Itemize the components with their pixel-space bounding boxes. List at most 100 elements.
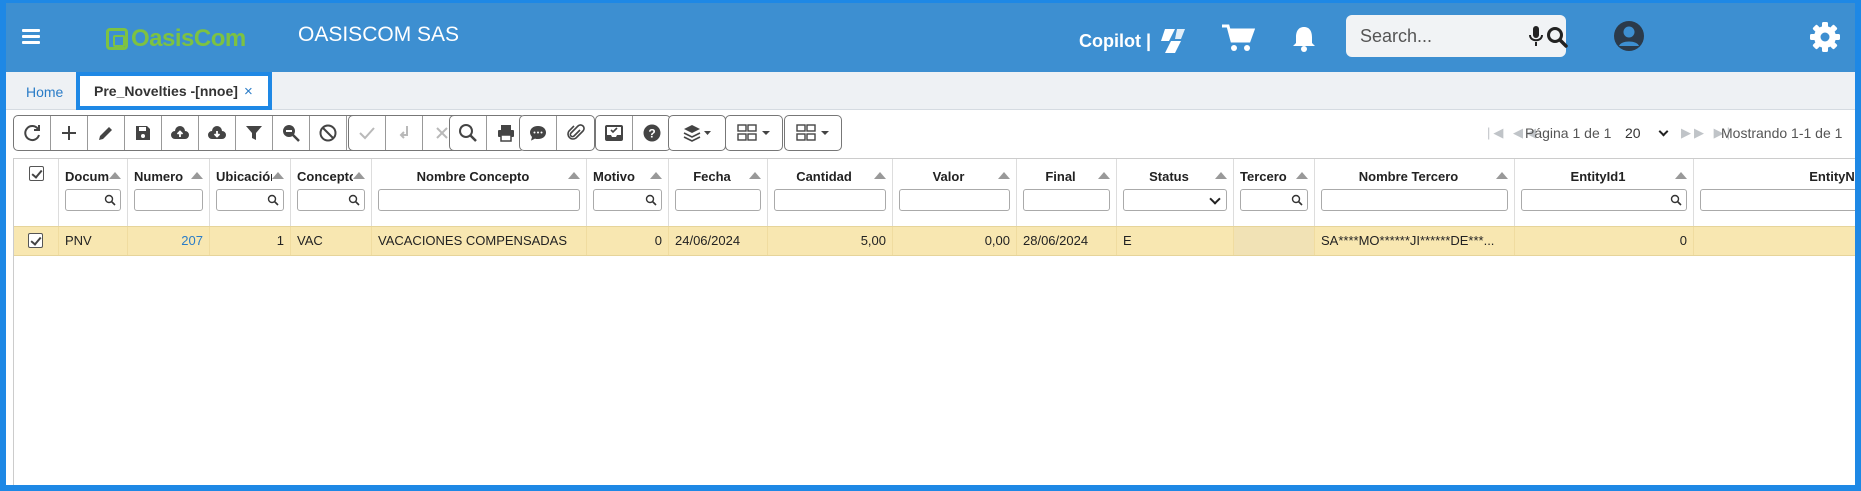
- copilot-button[interactable]: Copilot |: [1079, 27, 1189, 55]
- filter-status-select[interactable]: [1123, 189, 1227, 211]
- cell-numero-link[interactable]: 207: [128, 227, 210, 255]
- col-entityname[interactable]: EntityNa: [1694, 159, 1861, 226]
- cart-icon[interactable]: [1221, 23, 1255, 53]
- tab-home[interactable]: Home: [26, 84, 63, 100]
- col-header-label: Motivo: [593, 169, 635, 184]
- top-bar: OasisCom OASISCOM SAS Copilot |: [6, 3, 1855, 72]
- refresh-icon: [24, 125, 40, 142]
- col-header-label: EntityNa: [1809, 169, 1861, 184]
- col-concepto[interactable]: Concepto: [291, 159, 372, 226]
- attach-button[interactable]: [557, 116, 594, 150]
- filter-motivo[interactable]: [593, 189, 662, 211]
- col-documento[interactable]: Documento: [59, 159, 128, 226]
- table-row[interactable]: PNV 207 1 VAC VACACIONES COMPENSADAS 0 2…: [14, 226, 1855, 256]
- sort-up-icon[interactable]: [1675, 172, 1687, 179]
- filter-concepto[interactable]: [297, 189, 365, 211]
- tab-pre-novelties[interactable]: Pre_Novelties -[nnoe] ×: [76, 72, 272, 110]
- find-button[interactable]: [450, 116, 487, 150]
- filter-valor[interactable]: [899, 189, 1010, 211]
- sort-up-icon[interactable]: [568, 172, 580, 179]
- col-ubicacion[interactable]: Ubicación: [210, 159, 291, 226]
- add-button[interactable]: [51, 116, 88, 150]
- filter-nombre-concepto[interactable]: [378, 189, 580, 211]
- col-cantidad[interactable]: Cantidad: [768, 159, 893, 226]
- cell-ubicacion: 1: [210, 227, 291, 255]
- col-nombre-tercero[interactable]: Nombre Tercero: [1315, 159, 1515, 226]
- filter-icon: [246, 126, 262, 140]
- company-name: OASISCOM SAS: [298, 23, 460, 46]
- layout-dropdown-button-2[interactable]: [785, 116, 841, 150]
- cell-final: 28/06/2024: [1017, 227, 1117, 255]
- filter-ubicacion[interactable]: [216, 189, 284, 211]
- edit-button[interactable]: [88, 116, 125, 150]
- sort-up-icon[interactable]: [874, 172, 886, 179]
- layout-dropdown-button-1[interactable]: [726, 116, 782, 150]
- inbox-button[interactable]: [596, 116, 633, 150]
- col-numero[interactable]: Numero: [128, 159, 210, 226]
- sort-up-icon[interactable]: [1496, 172, 1508, 179]
- filter-cantidad[interactable]: [774, 189, 886, 211]
- sort-up-icon[interactable]: [353, 172, 365, 179]
- filter-nombre-tercero[interactable]: [1321, 189, 1508, 211]
- tab-close-icon[interactable]: ×: [244, 83, 253, 100]
- sort-up-icon[interactable]: [191, 172, 203, 179]
- settings-gear-icon[interactable]: [1809, 21, 1841, 53]
- save-button[interactable]: [125, 116, 162, 150]
- sort-up-icon[interactable]: [650, 172, 662, 179]
- row-checkbox[interactable]: [28, 233, 43, 248]
- filter-fecha[interactable]: [675, 189, 761, 211]
- sort-up-icon[interactable]: [998, 172, 1010, 179]
- refresh-button[interactable]: [14, 116, 51, 150]
- col-entityid1[interactable]: EntityId1: [1515, 159, 1694, 226]
- page-size-select[interactable]: 20: [1625, 125, 1669, 141]
- floppy-icon: [136, 126, 150, 140]
- pager-page-text: Página 1 de 1: [1525, 125, 1612, 141]
- search-input[interactable]: [1360, 24, 1510, 48]
- comment-icon: [530, 126, 546, 141]
- user-avatar-icon[interactable]: [1613, 20, 1645, 52]
- filter-entityid1[interactable]: [1521, 189, 1687, 211]
- help-button[interactable]: ?: [633, 116, 670, 150]
- confirm-button[interactable]: [349, 116, 386, 150]
- col-valor[interactable]: Valor: [893, 159, 1017, 226]
- col-header-label: Status: [1149, 169, 1189, 184]
- filter-tercero[interactable]: [1240, 189, 1308, 211]
- undo-button[interactable]: [386, 116, 423, 150]
- cell-concepto: VAC: [291, 227, 372, 255]
- cell-entityid1: 0: [1515, 227, 1694, 255]
- microphone-icon[interactable]: [1529, 25, 1543, 47]
- bell-icon[interactable]: [1291, 25, 1317, 53]
- filter-numero[interactable]: [134, 189, 203, 211]
- col-status[interactable]: Status: [1117, 159, 1234, 226]
- download-button[interactable]: [199, 116, 236, 150]
- col-motivo[interactable]: Motivo: [587, 159, 669, 226]
- logo[interactable]: OasisCom: [106, 25, 246, 53]
- upload-button[interactable]: [162, 116, 199, 150]
- inbox-help-group: ?: [595, 115, 671, 151]
- magnifier-icon: [459, 124, 477, 142]
- cancel-button[interactable]: [310, 116, 347, 150]
- logo-mark-icon: [106, 28, 128, 50]
- zoom-out-button[interactable]: [273, 116, 310, 150]
- filter-button[interactable]: [236, 116, 273, 150]
- filter-entityname[interactable]: [1700, 189, 1855, 211]
- sort-up-icon[interactable]: [1098, 172, 1110, 179]
- sort-up-icon[interactable]: [1296, 172, 1308, 179]
- select-all-checkbox[interactable]: [29, 166, 44, 181]
- search-icon[interactable]: [1546, 26, 1568, 48]
- filter-documento[interactable]: [65, 189, 121, 211]
- sort-up-icon[interactable]: [272, 172, 284, 179]
- layers-dropdown-button[interactable]: [669, 116, 725, 150]
- col-nombre-concepto[interactable]: Nombre Concepto: [372, 159, 587, 226]
- menu-icon[interactable]: [22, 29, 40, 44]
- col-tercero[interactable]: Tercero: [1234, 159, 1315, 226]
- filter-final[interactable]: [1023, 189, 1110, 211]
- cell-documento: PNV: [59, 227, 128, 255]
- sort-up-icon[interactable]: [109, 172, 121, 179]
- comments-button[interactable]: [520, 116, 557, 150]
- col-final[interactable]: Final: [1017, 159, 1117, 226]
- horizontal-scrollbar[interactable]: [42, 485, 1057, 491]
- sort-up-icon[interactable]: [1215, 172, 1227, 179]
- col-fecha[interactable]: Fecha: [669, 159, 768, 226]
- sort-up-icon[interactable]: [749, 172, 761, 179]
